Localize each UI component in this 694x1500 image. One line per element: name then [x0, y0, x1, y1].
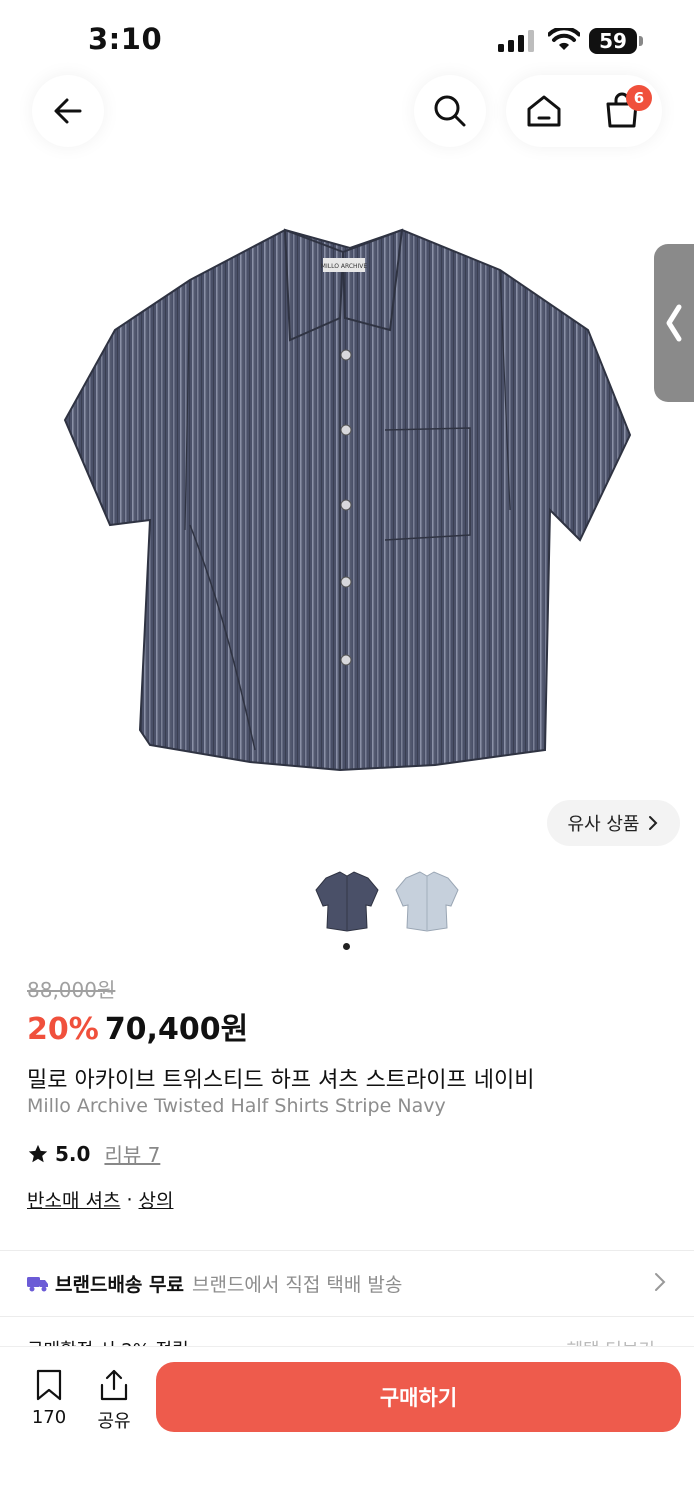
share-icon: [100, 1369, 128, 1401]
back-button[interactable]: [32, 75, 104, 147]
sale-price: 70,400원: [104, 1012, 249, 1047]
share-button[interactable]: 공유: [89, 1369, 139, 1435]
category-breadcrumb: 반소매 셔츠 · 상의: [27, 1186, 173, 1213]
category-link-tops[interactable]: 상의: [139, 1186, 174, 1213]
cart-count-badge: 6: [626, 85, 652, 111]
similar-products-button[interactable]: 유사 상품: [547, 800, 680, 846]
rating-value: 5.0: [55, 1141, 91, 1166]
pagination-dot: [343, 943, 350, 950]
wifi-icon: [548, 28, 580, 50]
color-thumbnails: [314, 868, 464, 934]
discount-rate: 20%: [27, 1012, 99, 1047]
status-time: 3:10: [88, 22, 163, 56]
arrow-left-icon: [54, 98, 82, 124]
collar-tag-text: MILLO ARCHIVE: [321, 263, 368, 270]
search-button[interactable]: [414, 75, 486, 147]
thumbnail-navy[interactable]: [314, 868, 380, 934]
review-link[interactable]: 리뷰 7: [104, 1139, 160, 1168]
search-icon: [434, 95, 466, 127]
delivery-truck-icon: [27, 1277, 48, 1292]
chevron-right-icon: [655, 1273, 666, 1291]
save-count: 170: [31, 1407, 67, 1428]
chevron-right-icon: [649, 816, 658, 830]
price-row: 20% 70,400원: [27, 1004, 248, 1048]
similar-products-label: 유사 상품: [567, 814, 640, 835]
product-name-korean: 밀로 아카이브 트위스티드 하프 셔츠 스트라이프 네이비: [27, 1068, 535, 1093]
save-button[interactable]: 170: [24, 1369, 74, 1435]
buy-button[interactable]: 구매하기: [156, 1362, 681, 1432]
battery-icon: 59: [589, 28, 643, 54]
nav-pill: 6: [506, 75, 662, 147]
original-price: 88,000원: [27, 978, 116, 1002]
thumbnail-light-blue[interactable]: [394, 868, 460, 934]
share-label: 공유: [97, 1411, 131, 1432]
bottom-action-bar: 170 공유 구매하기: [0, 1346, 694, 1500]
cellular-signal-icon: [498, 30, 534, 52]
category-separator: ·: [126, 1188, 133, 1211]
shipping-subtitle: 브랜드에서 직접 택배 발송: [191, 1273, 403, 1296]
battery-level: 59: [589, 28, 637, 54]
side-drawer-tab[interactable]: [654, 244, 694, 402]
shipping-info-row[interactable]: 브랜드배송 무료 브랜드에서 직접 택배 발송: [27, 1266, 667, 1300]
bookmark-icon: [36, 1369, 62, 1401]
category-link-short-sleeve[interactable]: 반소매 셔츠: [27, 1186, 120, 1213]
shipping-title: 브랜드배송 무료: [55, 1273, 184, 1296]
chevron-left-icon: [666, 304, 682, 342]
product-name-english: Millo Archive Twisted Half Shirts Stripe…: [27, 1095, 446, 1117]
divider: [0, 1316, 694, 1317]
home-icon[interactable]: [524, 91, 564, 131]
star-icon: [28, 1144, 48, 1162]
rating-row: 5.0 리뷰 7: [27, 1139, 160, 1168]
product-image[interactable]: MILLO ARCHIVE: [40, 210, 650, 810]
status-bar: 3:10 59: [0, 0, 694, 80]
divider: [0, 1250, 694, 1251]
